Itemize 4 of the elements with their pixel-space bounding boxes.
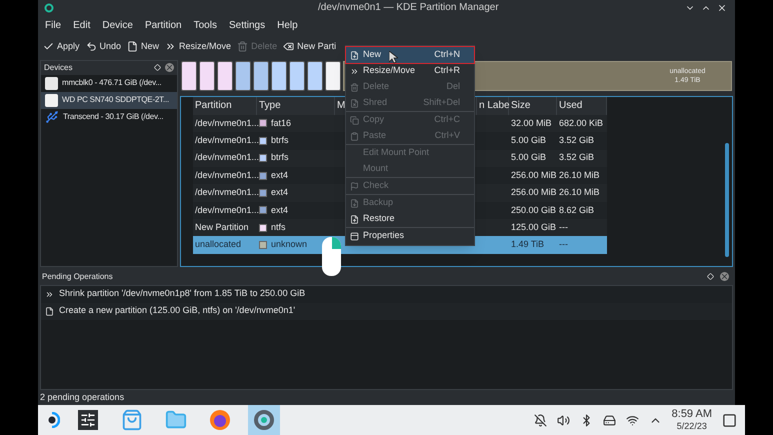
status-text: 2 pending operations bbox=[40, 390, 124, 404]
window-title: /dev/nvme0n1 — KDE Partition Manager bbox=[318, 1, 499, 16]
panel-title: Devices bbox=[44, 62, 72, 74]
panel-title: Pending Operations bbox=[42, 270, 113, 283]
